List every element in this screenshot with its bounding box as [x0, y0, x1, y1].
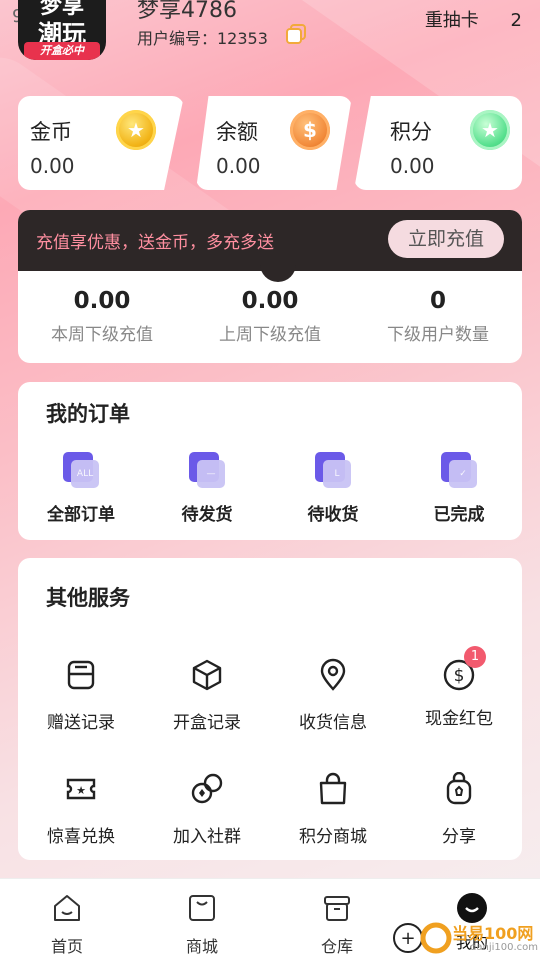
status-right: 重抽卡 2: [425, 6, 522, 32]
recharge-card: 充值享优惠，送金币，多充多送 立即充值 0.00 本周下级充值 0.00 上周下…: [18, 210, 522, 363]
coin-value: 0.00: [30, 154, 75, 178]
profile-header: 9 梦享 潮玩 开盒必中 梦享4786 用户编号：12353 重抽卡 2: [0, 0, 540, 90]
service-join-community[interactable]: 加入社群: [144, 772, 270, 847]
service-gift-record[interactable]: 赠送记录: [18, 658, 144, 733]
nav-mall[interactable]: 商城: [162, 893, 242, 957]
services-card: 其他服务 赠送记录 开盒记录 收货信息 $ 1 现金红包 ★ 惊喜兑换 加入社群…: [18, 558, 522, 860]
svg-text:+: +: [400, 928, 415, 949]
svg-text:$: $: [454, 666, 465, 686]
star-coin-icon: ★: [470, 110, 510, 150]
coin-label: 金币: [30, 120, 72, 144]
stat-label: 下级用户数量: [387, 325, 489, 345]
order-all[interactable]: ALL 全部订单: [18, 452, 144, 525]
copy-icon[interactable]: [284, 22, 308, 46]
nav-label: 仓库: [320, 937, 353, 956]
last-week-stat: 0.00 上周下级充值: [186, 288, 354, 345]
username: 梦享4786: [137, 0, 237, 23]
redraw-card-count: 2: [510, 10, 522, 31]
nav-home[interactable]: 首页: [27, 893, 107, 957]
svg-text:★: ★: [76, 784, 86, 797]
points-value: 0.00: [390, 154, 435, 178]
order-label: 待收货: [307, 505, 359, 525]
dollar-coin-icon: $: [290, 110, 330, 150]
home-icon: [54, 895, 80, 921]
order-to-ship[interactable]: — 待发货: [144, 452, 270, 525]
app-logo: 梦享 潮玩 开盒必中: [18, 0, 106, 60]
service-label: 分享: [442, 827, 476, 847]
service-box-record[interactable]: 开盒记录: [144, 658, 270, 733]
stat-value: 0: [429, 288, 446, 314]
to-receive-icon: L: [315, 452, 351, 488]
recharge-now-button[interactable]: 立即充值: [388, 220, 504, 258]
order-label: 待发货: [181, 505, 233, 525]
nav-label: 商城: [185, 937, 218, 956]
stat-value: 0.00: [73, 288, 131, 314]
sub-user-count-stat: 0 下级用户数量: [354, 288, 522, 345]
watermark-text: 当易100网: [452, 924, 534, 943]
community-icon: [191, 773, 223, 804]
warehouse-box-icon: [324, 896, 350, 921]
this-week-stat: 0.00 本周下级充值: [18, 288, 186, 345]
bag-icon: [189, 895, 215, 921]
nav-label: 首页: [50, 937, 83, 956]
balance-value: 0.00: [216, 154, 261, 178]
service-label: 惊喜兑换: [47, 827, 115, 847]
points-card[interactable]: 积分 0.00 ★: [354, 96, 522, 190]
all-orders-icon: ALL: [63, 452, 99, 488]
service-label: 现金红包: [425, 709, 493, 729]
watermark-url: danji100.com: [470, 942, 538, 953]
gold-coin-icon: ★: [116, 110, 156, 150]
gift-record-icon: [67, 660, 95, 690]
stat-value: 0.00: [241, 288, 299, 314]
service-label: 开盒记录: [173, 713, 241, 733]
order-to-receive[interactable]: L 待收货: [270, 452, 396, 525]
stat-label: 上周下级充值: [219, 325, 321, 345]
order-completed[interactable]: ✓ 已完成: [396, 452, 522, 525]
service-cash-redpacket[interactable]: $ 1 现金红包: [396, 646, 522, 729]
stat-label: 本周下级充值: [51, 325, 153, 345]
location-pin-icon: [320, 658, 346, 691]
services-title: 其他服务: [46, 586, 130, 610]
service-label: 赠送记录: [47, 713, 115, 733]
shopping-bag-icon: [319, 772, 347, 805]
balance-label: 余额: [216, 120, 258, 144]
service-share[interactable]: 分享: [396, 771, 522, 847]
completed-icon: ✓: [441, 452, 477, 488]
service-label: 积分商城: [299, 827, 367, 847]
box-record-icon: [192, 659, 222, 691]
redraw-card-label: 重抽卡: [424, 10, 479, 31]
orders-card: 我的订单 ALL 全部订单 — 待发货 L 待收货 ✓ 已完成: [18, 382, 522, 540]
recharge-promo: 充值享优惠，送金币，多充多送: [36, 233, 274, 253]
service-points-mall[interactable]: 积分商城: [270, 772, 396, 847]
logo-tag: 开盒必中: [24, 42, 100, 60]
order-label: 全部订单: [47, 505, 115, 525]
user-id: 用户编号：12353: [137, 29, 268, 48]
to-ship-icon: —: [189, 452, 225, 488]
orders-title: 我的订单: [46, 402, 130, 426]
points-label: 积分: [390, 120, 432, 144]
ticket-icon: ★: [66, 778, 96, 800]
service-label: 加入社群: [173, 827, 241, 847]
share-icon: [446, 771, 472, 805]
service-label: 收货信息: [299, 713, 367, 733]
redpacket-badge: 1: [464, 646, 486, 668]
nav-warehouse[interactable]: 仓库: [297, 893, 377, 957]
balance-card[interactable]: 余额 0.00 $: [196, 96, 352, 190]
order-label: 已完成: [433, 505, 485, 525]
service-shipping-info[interactable]: 收货信息: [270, 658, 396, 733]
service-surprise-exchange[interactable]: ★ 惊喜兑换: [18, 772, 144, 847]
coin-balance-card[interactable]: 金币 0.00 ★: [18, 96, 184, 190]
